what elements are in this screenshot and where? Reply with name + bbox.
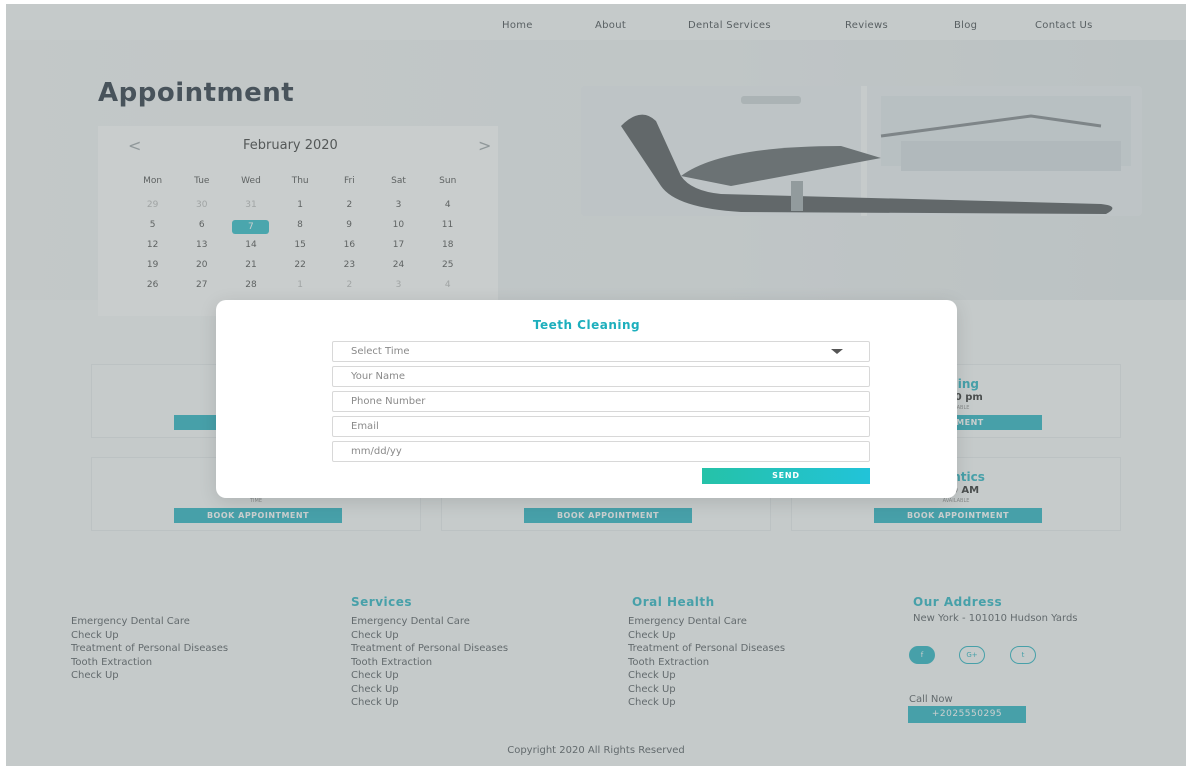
appointment-modal: Teeth Cleaning Select Time Your Name Pho… — [216, 300, 957, 498]
name-field[interactable]: Your Name — [332, 366, 870, 387]
select-time-label: Select Time — [351, 346, 410, 357]
email-field[interactable]: Email — [332, 416, 870, 437]
date-field[interactable]: mm/dd/yy — [332, 441, 870, 462]
chevron-down-icon — [831, 349, 843, 354]
modal-title: Teeth Cleaning — [532, 318, 641, 332]
select-time-dropdown[interactable]: Select Time — [332, 341, 870, 362]
send-button[interactable]: SEND — [702, 468, 870, 484]
phone-field[interactable]: Phone Number — [332, 391, 870, 412]
page: Home About Dental Services Reviews Blog … — [6, 4, 1186, 766]
